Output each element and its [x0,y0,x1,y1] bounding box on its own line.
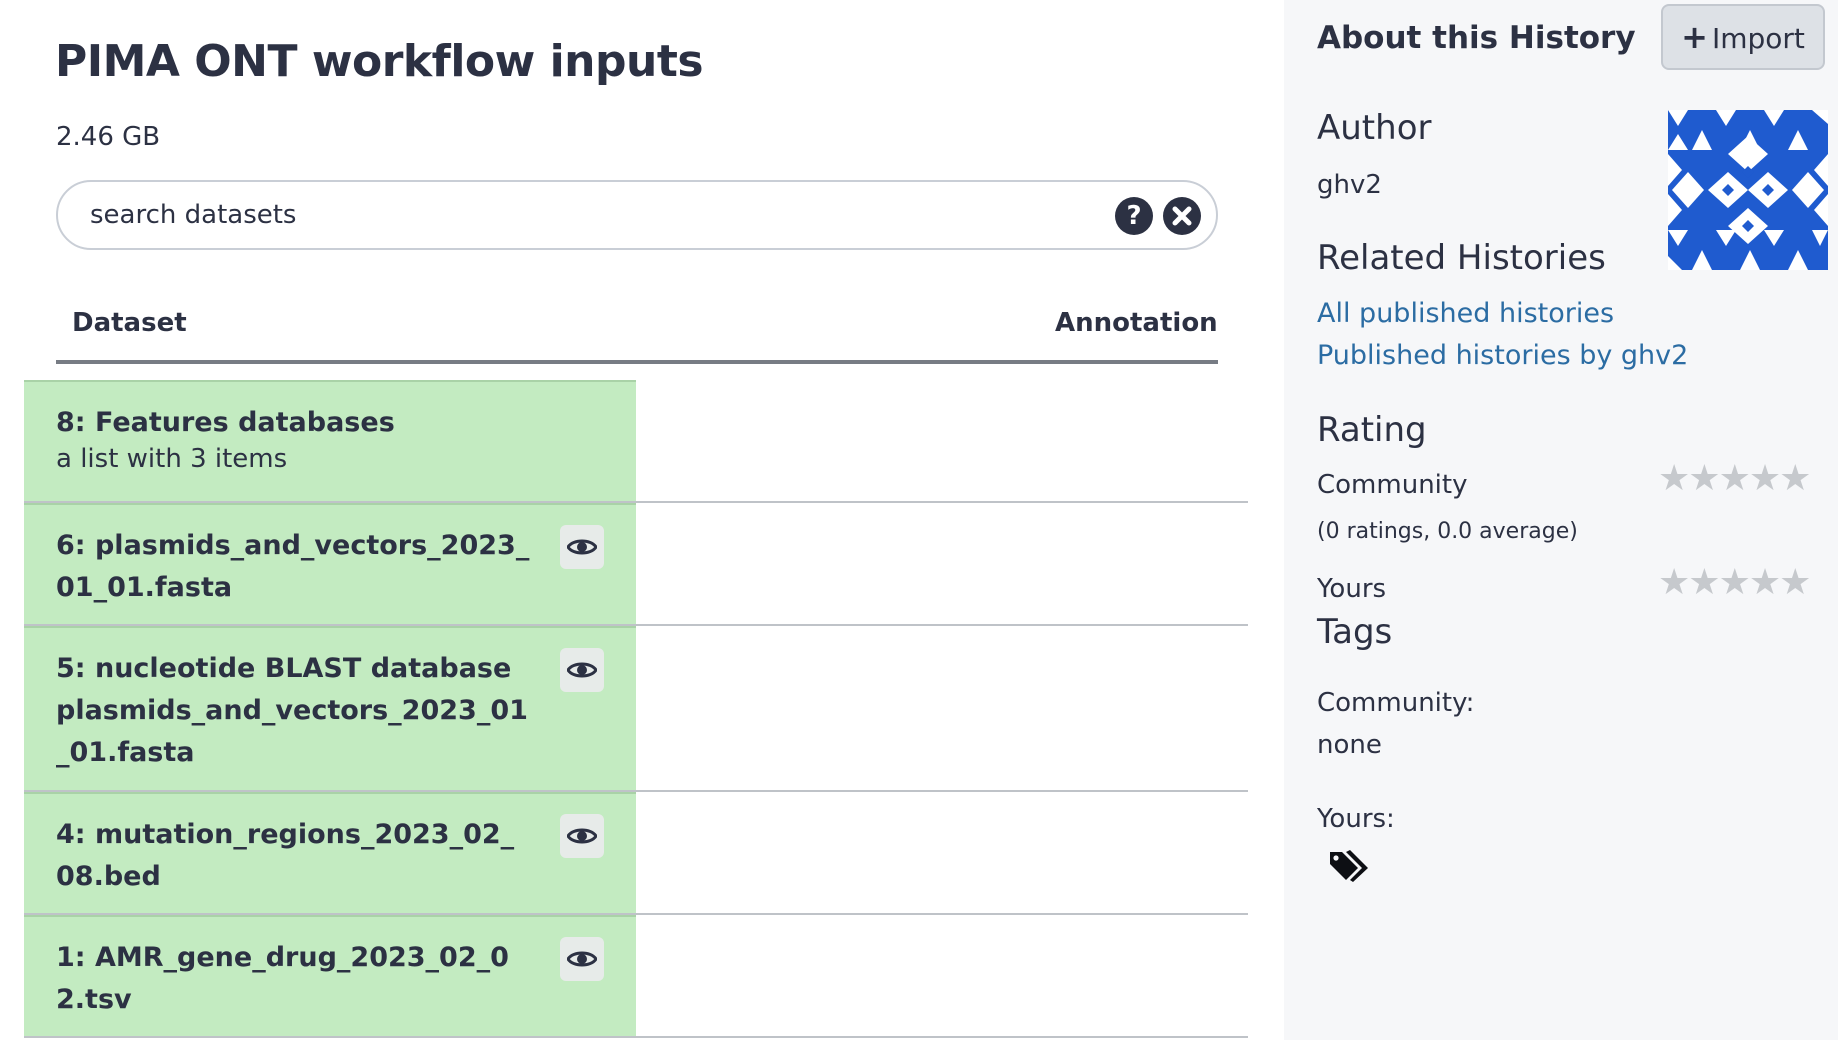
star-icon[interactable]: ★ [1779,562,1811,603]
published-histories-by-author-link[interactable]: Published histories by ghv2 [1317,340,1688,371]
your-rating-stars[interactable]: ★★★★★ [1658,562,1811,603]
star-icon: ★ [1658,458,1690,499]
author-name: ghv2 [1317,170,1382,200]
table-row: 4: mutation_regions_2023_02_08.bed [24,792,1248,915]
author-heading: Author [1317,108,1432,148]
history-details-sidebar: About this History +Import Author ghv2 [1284,0,1838,1040]
history-size: 2.46 GB [56,122,161,152]
eye-icon [567,828,597,844]
history-view-page: PIMA ONT workflow inputs 2.46 GB ? Datas… [0,0,1838,1040]
column-header-annotation[interactable]: Annotation [1055,308,1218,338]
dataset-collection-item[interactable]: 8: Features databases a list with 3 item… [24,380,636,501]
view-dataset-button[interactable] [560,525,604,569]
dataset-item[interactable]: 1: AMR_gene_drug_2023_02_02.tsv [24,915,636,1036]
star-icon[interactable]: ★ [1719,562,1751,603]
dataset-name[interactable]: 4: mutation_regions_2023_02_08.bed [56,814,531,898]
related-histories-heading: Related Histories [1317,238,1606,278]
community-tags-value: none [1317,730,1382,760]
view-dataset-button[interactable] [560,937,604,981]
question-circle-icon[interactable]: ? [1115,197,1153,235]
star-icon[interactable]: ★ [1658,562,1690,603]
sidebar-title: About this History [1317,20,1636,56]
star-icon[interactable]: ★ [1749,562,1781,603]
dataset-subtitle: a list with 3 items [56,444,288,474]
times-circle-icon[interactable] [1163,197,1201,235]
view-dataset-button[interactable] [560,648,604,692]
dataset-item[interactable]: 4: mutation_regions_2023_02_08.bed [24,792,636,913]
table-row: 1: AMR_gene_drug_2023_02_02.tsv [24,915,1248,1038]
table-row: 8: Features databases a list with 3 item… [24,380,1248,503]
tags-icon[interactable] [1328,848,1372,888]
author-avatar [1668,110,1828,270]
dataset-item[interactable]: 5: nucleotide BLAST database plasmids_an… [24,626,636,790]
your-rating-label: Yours [1317,574,1387,604]
community-rating-label: Community [1317,470,1468,500]
search-input[interactable] [90,196,1090,234]
table-row: 5: nucleotide BLAST database plasmids_an… [24,626,1248,792]
community-rating-stars: ★★★★★ [1658,458,1811,499]
table-row: 6: plasmids_and_vectors_2023_01_01.fasta [24,503,1248,626]
star-icon: ★ [1718,458,1751,499]
import-button[interactable]: + Import [1661,4,1825,70]
community-rating-summary: (0 ratings, 0.0 average) [1317,519,1578,544]
rating-heading: Rating [1317,410,1427,450]
star-icon[interactable]: ★ [1688,562,1720,603]
dataset-table: 8: Features databases a list with 3 item… [24,380,1248,1038]
plus-icon: + [1681,18,1708,56]
dataset-name[interactable]: 8: Features databases [56,402,531,444]
view-dataset-button[interactable] [560,814,604,858]
star-icon: ★ [1688,458,1720,499]
eye-icon [567,662,597,678]
dataset-item[interactable]: 6: plasmids_and_vectors_2023_01_01.fasta [24,503,636,624]
dataset-name[interactable]: 5: nucleotide BLAST database plasmids_an… [56,648,531,774]
dataset-name[interactable]: 6: plasmids_and_vectors_2023_01_01.fasta [56,525,531,609]
star-icon: ★ [1779,458,1811,499]
eye-icon [567,539,597,555]
header-divider [56,360,1218,364]
dataset-name[interactable]: 1: AMR_gene_drug_2023_02_02.tsv [56,937,531,1021]
eye-icon [567,951,597,967]
history-main-panel: PIMA ONT workflow inputs 2.46 GB ? Datas… [0,0,1284,1040]
column-header-dataset[interactable]: Dataset [72,308,187,338]
all-published-histories-link[interactable]: All published histories [1317,298,1614,329]
tags-heading: Tags [1317,612,1393,652]
history-title: PIMA ONT workflow inputs [55,36,704,87]
star-icon: ★ [1748,458,1781,499]
your-tags-label: Yours: [1317,804,1395,834]
import-label: Import [1711,22,1805,55]
search-bar: ? [56,180,1218,250]
community-tags-label: Community: [1317,688,1475,718]
